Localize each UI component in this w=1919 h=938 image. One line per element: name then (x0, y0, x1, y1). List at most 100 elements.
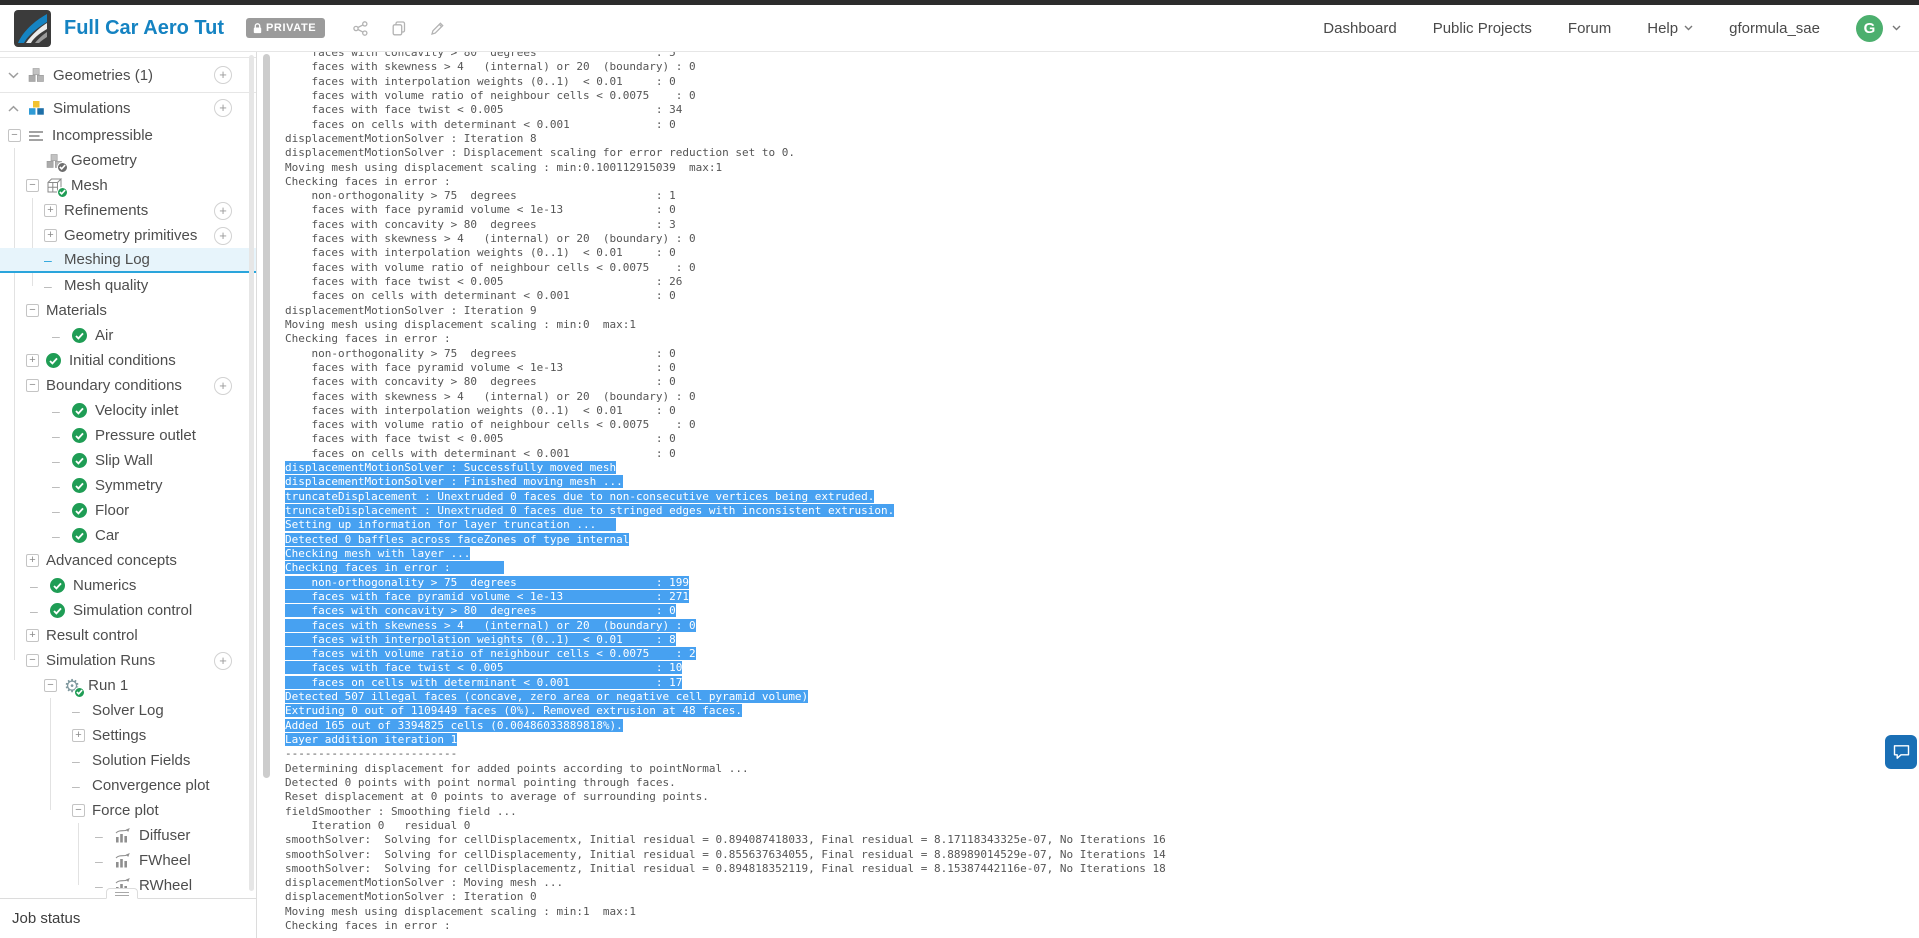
sidebar-item-label: Simulation control (73, 602, 193, 619)
nav-forum[interactable]: Forum (1568, 20, 1611, 37)
meshing-log-text[interactable]: faces with concavity > 80 degrees : 5 fa… (257, 52, 1919, 938)
sidebar-item-incompressible[interactable]: − Incompressible (0, 123, 256, 148)
log-line-text: faces with skewness > 4 (internal) or 20… (285, 232, 696, 246)
sidebar-item-floor[interactable]: – Floor (0, 498, 256, 523)
log-line: truncateDisplacement : Unextruded 0 face… (285, 504, 1919, 518)
log-line: Checking faces in error : (285, 561, 1919, 575)
log-line-text-selected: Checking faces in error : (285, 561, 504, 575)
sidebar-item-simulation-runs[interactable]: − Simulation Runs + (0, 648, 256, 673)
sidebar-item-solution-fields[interactable]: – Solution Fields (0, 748, 256, 773)
sidebar-item-geometries-1[interactable]: Geometries (1) + (0, 57, 256, 93)
navigation-sidebar: Geometries (1) + Simulations + − Incompressib… (0, 52, 257, 938)
expand-plus-icon[interactable]: + (26, 354, 39, 367)
sidebar-item-advanced-concepts[interactable]: + Advanced concepts (0, 548, 256, 573)
log-line: Detected 507 illegal faces (concave, zer… (285, 690, 1919, 704)
sidebar-scrollbar[interactable] (249, 55, 254, 891)
log-line: smoothSolver: Solving for cellDisplaceme… (285, 862, 1919, 876)
nav-help-menu[interactable]: Help (1647, 20, 1693, 37)
sidebar-item-solver-log[interactable]: – Solver Log (0, 698, 256, 723)
log-scrollbar[interactable] (263, 54, 270, 778)
sidebar-item-initial-conditions[interactable]: + Initial conditions (0, 348, 256, 373)
sidebar-item-car[interactable]: – Car (0, 523, 256, 548)
geometry-cubes-icon (28, 67, 45, 83)
sidebar-item-boundary-conditions[interactable]: − Boundary conditions + (0, 373, 256, 398)
collapse-minus-icon[interactable]: − (26, 179, 39, 192)
sidebar-item-symmetry[interactable]: – Symmetry (0, 473, 256, 498)
add-button[interactable]: + (214, 201, 232, 220)
collapse-minus-icon[interactable]: − (44, 679, 57, 692)
add-button[interactable]: + (214, 226, 232, 245)
avatar[interactable]: G (1856, 14, 1883, 42)
sidebar-item-velocity-inlet[interactable]: – Velocity inlet (0, 398, 256, 423)
sidebar-item-mesh-quality[interactable]: – Mesh quality (0, 273, 256, 298)
add-button[interactable]: + (214, 66, 232, 84)
sidebar-item-mesh[interactable]: − Mesh (0, 173, 256, 198)
chat-button[interactable] (1885, 735, 1917, 769)
log-line-text: faces with interpolation weights (0..1) … (285, 246, 676, 260)
check-circle-icon (72, 528, 87, 543)
sidebar-item-simulations[interactable]: Simulations + (0, 93, 256, 123)
log-line: displacementMotionSolver : Iteration 9 (285, 304, 1919, 318)
add-button[interactable]: + (214, 99, 232, 117)
nav-dashboard[interactable]: Dashboard (1323, 20, 1396, 37)
log-line: faces with interpolation weights (0..1) … (285, 246, 1919, 260)
collapse-minus-icon[interactable]: − (26, 304, 39, 317)
expand-plus-icon[interactable]: + (26, 554, 39, 567)
job-status-panel-header[interactable]: Job status (0, 888, 256, 938)
expand-plus-icon[interactable]: + (44, 229, 57, 242)
sidebar-item-convergence-plot[interactable]: – Convergence plot (0, 773, 256, 798)
add-button[interactable]: + (214, 651, 232, 670)
sidebar-item-geometry-primitives[interactable]: + Geometry primitives + (0, 223, 256, 248)
sidebar-item-meshing-log[interactable]: – Meshing Log (0, 248, 256, 273)
edit-icon[interactable] (430, 21, 445, 36)
log-line-text-selected: displacementMotionSolver : Successfully … (285, 461, 617, 475)
sidebar-item-label: Geometries (1) (53, 66, 154, 84)
collapse-minus-icon[interactable]: − (26, 379, 39, 392)
meshing-log-panel: faces with concavity > 80 degrees : 5 fa… (257, 52, 1919, 938)
sidebar-item-label: Air (95, 327, 114, 344)
sidebar-item-simulation-control[interactable]: – Simulation control (0, 598, 256, 623)
log-line: Moving mesh using displacement scaling :… (285, 318, 1919, 332)
share-icon[interactable] (353, 20, 368, 36)
sidebar-item-settings[interactable]: + Settings (0, 723, 256, 748)
collapse-minus-icon[interactable]: − (72, 804, 85, 817)
sidebar-item-numerics[interactable]: – Numerics (0, 573, 256, 598)
nav-public-projects[interactable]: Public Projects (1433, 20, 1532, 37)
sidebar-item-air[interactable]: – Air (0, 323, 256, 348)
log-line: Moving mesh using displacement scaling :… (285, 905, 1919, 919)
privacy-badge: PRIVATE (246, 18, 326, 38)
expand-plus-icon[interactable]: + (26, 629, 39, 642)
sidebar-item-label: Incompressible (52, 127, 153, 144)
duplicate-icon[interactable] (392, 20, 406, 36)
sidebar-item-geometry[interactable]: Geometry (0, 148, 256, 173)
panel-drag-handle-icon[interactable] (106, 888, 138, 899)
log-line-text: Moving mesh using displacement scaling :… (285, 317, 636, 331)
tree-leaf-dash: – (52, 452, 60, 469)
project-title: Full Car Aero Tut (64, 16, 224, 39)
chevron-down-icon[interactable] (8, 71, 19, 79)
nav-username[interactable]: gformula_sae (1729, 20, 1820, 37)
sidebar-item-refinements[interactable]: + Refinements + (0, 198, 256, 223)
log-line: Detected 0 baffles across faceZones of t… (285, 532, 1919, 547)
expand-plus-icon[interactable]: + (44, 204, 57, 217)
log-line: faces with skewness > 4 (internal) or 20… (285, 618, 1919, 633)
log-line-text: faces with face twist < 0.005 : 26 (285, 275, 683, 288)
sidebar-item-fwheel[interactable]: – FWheel (0, 848, 256, 873)
chevron-up-icon[interactable] (8, 105, 19, 112)
log-line-text: faces with volume ratio of neighbour cel… (285, 260, 696, 274)
add-button[interactable]: + (214, 376, 232, 395)
sidebar-item-diffuser[interactable]: – Diffuser (0, 823, 256, 848)
app-logo-icon[interactable] (14, 9, 51, 47)
user-menu[interactable]: G (1856, 14, 1901, 42)
sidebar-item-label: Symmetry (95, 477, 163, 494)
sidebar-item-slip-wall[interactable]: – Slip Wall (0, 448, 256, 473)
log-line-text-selected: Detected 0 baffles across faceZones of t… (285, 532, 630, 546)
collapse-minus-icon[interactable]: − (8, 129, 21, 142)
sidebar-item-pressure-outlet[interactable]: – Pressure outlet (0, 423, 256, 448)
collapse-minus-icon[interactable]: − (26, 654, 39, 667)
expand-plus-icon[interactable]: + (72, 729, 85, 742)
sidebar-item-result-control[interactable]: + Result control (0, 623, 256, 648)
sidebar-item-materials[interactable]: − Materials (0, 298, 256, 323)
sidebar-item-run-1[interactable]: − ⚙ Run 1 (0, 673, 256, 698)
sidebar-item-force-plot[interactable]: − Force plot (0, 798, 256, 823)
